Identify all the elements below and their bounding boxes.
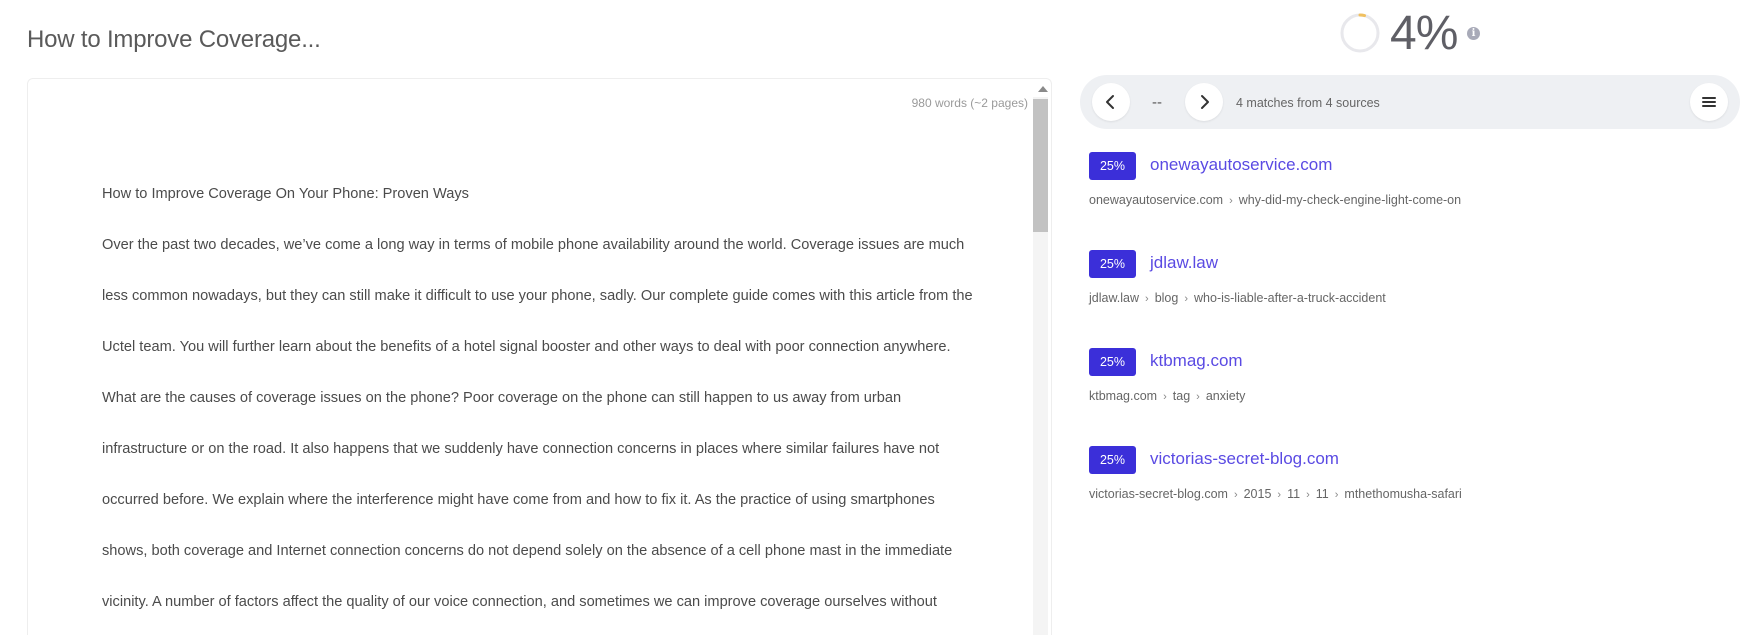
path-separator-icon: › [1277, 489, 1282, 501]
document-heading: How to Improve Coverage On Your Phone: P… [102, 186, 469, 202]
document-line: vicinity. A number of factors affect the… [102, 594, 937, 610]
document-line: infrastructure or on the road. It also h… [102, 441, 940, 457]
path-segment: tag [1172, 389, 1191, 403]
match-percent-badge: 25% [1089, 446, 1136, 474]
word-count: 980 words (~2 pages) [911, 96, 1028, 110]
path-separator-icon: › [1233, 489, 1238, 501]
document-line: shows, both coverage and Internet connec… [102, 543, 953, 559]
path-segment: jdlaw.law [1089, 291, 1140, 305]
path-segment: anxiety [1205, 389, 1246, 403]
match-percent-badge: 25% [1089, 348, 1136, 376]
scrollbar[interactable] [1033, 97, 1048, 635]
path-segment: blog [1154, 291, 1179, 305]
document-body[interactable]: How to Improve Coverage On Your Phone: P… [102, 169, 982, 628]
source-item[interactable]: 25% jdlaw.law jdlaw.law › blog › who-is-liab… [1089, 250, 1729, 348]
match-navigation-bar: -- 4 matches from 4 sources [1080, 75, 1740, 129]
document-line: Uctel team. You will further learn about… [102, 339, 951, 355]
document-editor[interactable]: 980 words (~2 pages) How to Improve Cove… [27, 78, 1052, 635]
path-separator-icon: › [1306, 489, 1310, 501]
match-percent-badge: 25% [1089, 250, 1136, 278]
similarity-score: 4% [1390, 7, 1458, 60]
path-segment: why-did-my-check-engine-light-come-on [1238, 193, 1462, 207]
source-link[interactable]: ktbmag.com [1150, 351, 1243, 371]
scrollbar-thumb[interactable] [1033, 99, 1048, 232]
source-item[interactable]: 25% ktbmag.com ktbmag.com › tag › anxiety [1089, 348, 1729, 446]
previous-match-button[interactable] [1092, 83, 1130, 121]
path-segment: 2015 [1243, 487, 1272, 501]
source-path: jdlaw.law › blog › who-is-liable-after-a-tru… [1089, 291, 1386, 305]
document-line: less common nowadays, but they can still… [102, 288, 973, 304]
match-percent-badge: 25% [1089, 152, 1136, 180]
chevron-left-icon [1106, 95, 1114, 109]
next-match-button[interactable] [1185, 83, 1223, 121]
path-separator-icon: › [1334, 489, 1339, 501]
source-path: onewayautoservice.com › why-did-my-check-e… [1089, 193, 1461, 207]
path-separator-icon: › [1163, 391, 1167, 403]
path-separator-icon: › [1184, 293, 1189, 305]
path-segment: ktbmag.com [1089, 389, 1158, 403]
path-segment: victorias-secret-blog.com [1089, 487, 1228, 501]
source-path: victorias-secret-blog.com › 2015 › 11 › 11 › mth… [1089, 487, 1462, 501]
document-line: Over the past two decades, we’ve come a … [102, 237, 965, 253]
info-icon[interactable]: i [1467, 27, 1480, 40]
path-segment: mthethomusha-safari [1344, 487, 1462, 501]
score-ring [1340, 13, 1380, 53]
source-link[interactable]: jdlaw.law [1150, 253, 1218, 273]
match-index: -- [1152, 94, 1162, 111]
chevron-right-icon [1201, 95, 1209, 109]
document-line: What are the causes of coverage issues o… [102, 390, 902, 406]
document-title: How to Improve Coverage... [27, 26, 321, 53]
document-line: occurred before. We explain where the in… [102, 492, 935, 508]
path-segment: 11 [1287, 487, 1301, 501]
hamburger-menu-icon [1702, 97, 1716, 107]
menu-button[interactable] [1690, 83, 1728, 121]
source-path: ktbmag.com › tag › anxiety [1089, 389, 1245, 403]
path-separator-icon: › [1196, 391, 1200, 403]
source-list: 25% onewayautoservice.com onewayautoserv… [1089, 152, 1729, 544]
path-separator-icon: › [1229, 195, 1233, 207]
source-link[interactable]: onewayautoservice.com [1150, 155, 1332, 175]
source-link[interactable]: victorias-secret-blog.com [1150, 449, 1339, 469]
source-item[interactable]: 25% onewayautoservice.com onewayautoserv… [1089, 152, 1729, 250]
path-separator-icon: › [1145, 293, 1149, 305]
source-item[interactable]: 25% victorias-secret-blog.com victorias-… [1089, 446, 1729, 544]
path-segment: who-is-liable-after-a-truck-accident [1194, 291, 1386, 305]
path-segment: 11 [1315, 487, 1329, 501]
path-segment: onewayautoservice.com [1089, 193, 1224, 207]
scroll-up-arrow-icon[interactable] [1038, 86, 1048, 92]
match-summary: 4 matches from 4 sources [1236, 96, 1380, 110]
